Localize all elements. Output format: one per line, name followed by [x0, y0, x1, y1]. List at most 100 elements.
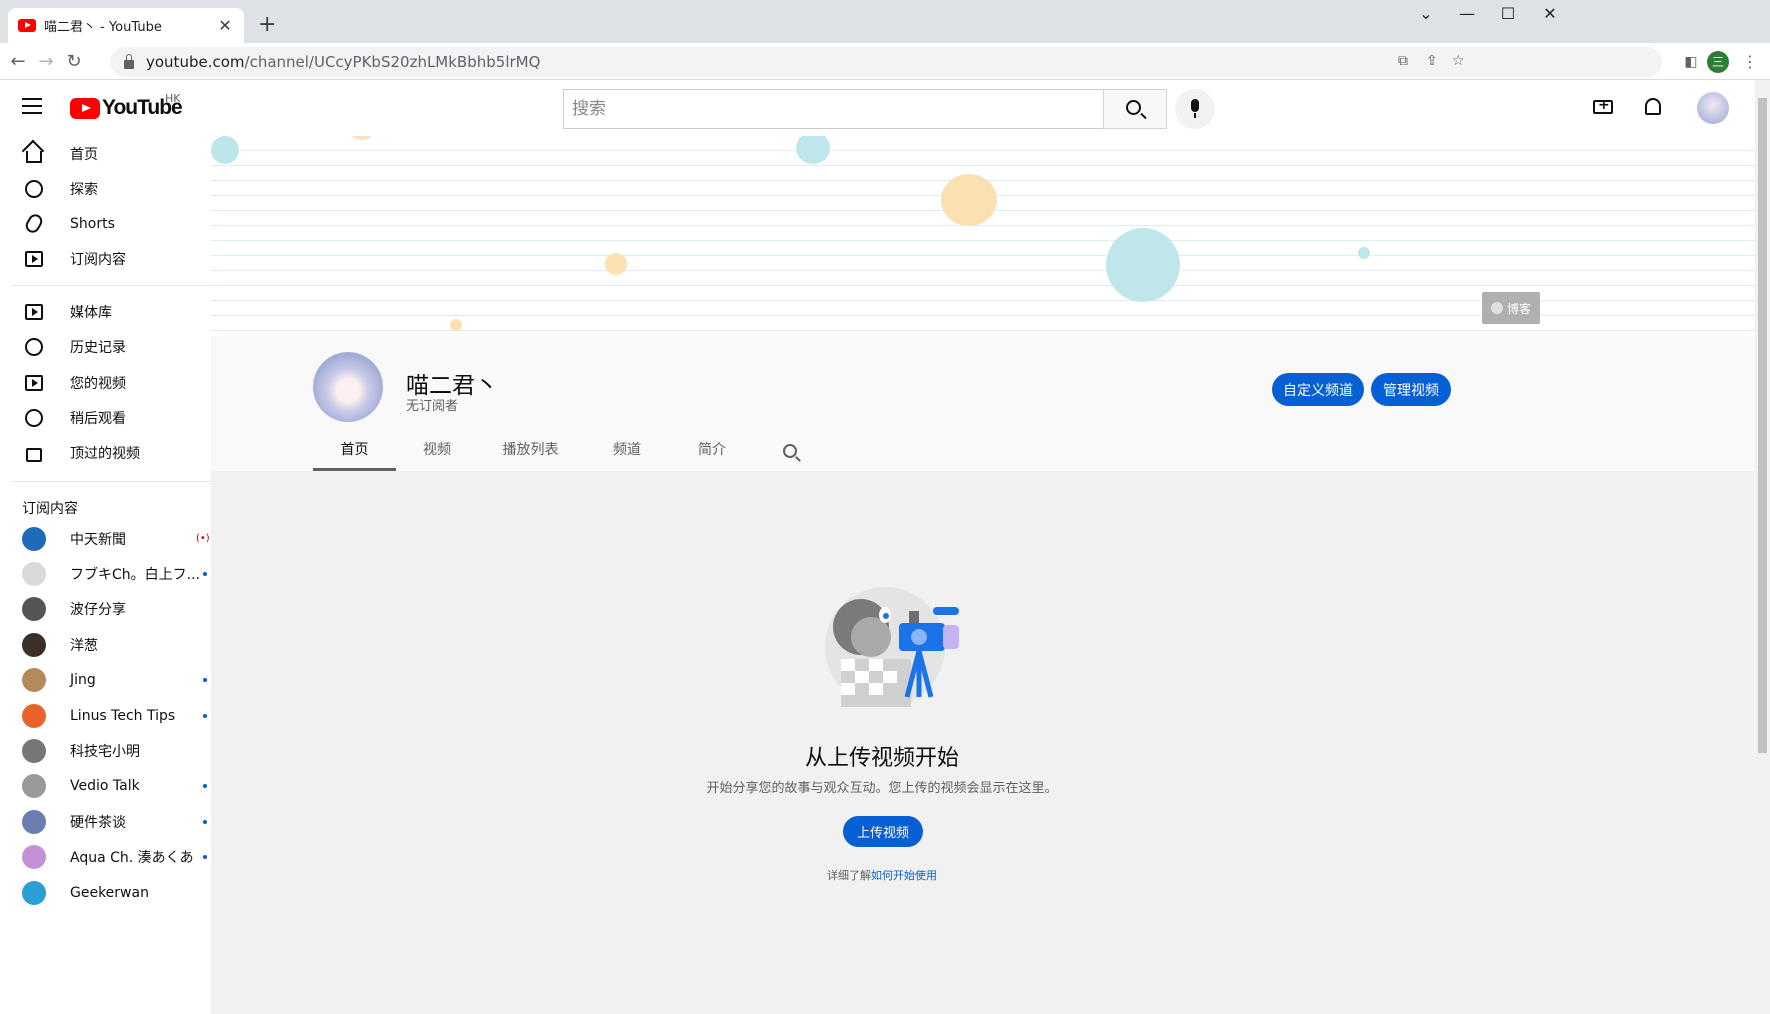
- sidebar-item-liked-videos[interactable]: 顶过的视频: [0, 435, 211, 470]
- notifications-bell-icon[interactable]: [1641, 96, 1665, 120]
- tab-about[interactable]: 简介: [671, 432, 753, 471]
- tab-home[interactable]: 首页: [313, 432, 396, 471]
- subscription-item[interactable]: フブキCh。白上フ...: [0, 556, 211, 591]
- subscription-item[interactable]: Linus Tech Tips: [0, 698, 211, 733]
- sidebar-item-explore[interactable]: 探索: [0, 171, 211, 206]
- channel-avatar: [22, 809, 46, 834]
- open-in-app-icon[interactable]: ⧉: [1398, 53, 1408, 69]
- browser-toolbar: ← → ↻ youtube.com/channel/UCcyPKbS20zhLM…: [0, 43, 1770, 80]
- subscription-item[interactable]: 科技宅小明: [0, 733, 211, 768]
- sidebar-divider: [12, 481, 222, 482]
- subscription-label: Geekerwan: [70, 884, 149, 901]
- subscription-item[interactable]: 硬件茶谈: [0, 804, 211, 839]
- new-content-dot: [203, 678, 207, 683]
- subscription-item[interactable]: 洋葱: [0, 627, 211, 662]
- subscriptions-heading: 订阅内容: [22, 501, 78, 517]
- learn-more-text: 详细了解如何开始使用: [827, 869, 937, 882]
- subscription-item[interactable]: Jing: [0, 663, 211, 698]
- live-indicator-icon: (•): [196, 533, 210, 544]
- subscription-label: 波仔分享: [70, 602, 126, 619]
- channel-avatar: [22, 561, 46, 586]
- banner-bubble: [450, 319, 462, 331]
- sidebar-item-shorts[interactable]: Shorts: [0, 206, 211, 241]
- tab-videos[interactable]: 视频: [396, 432, 478, 471]
- region-label: HK: [165, 92, 181, 105]
- share-icon[interactable]: ⇪: [1426, 53, 1438, 69]
- url-text[interactable]: youtube.com/channel/UCcyPKbS20zhLMkBbhb5…: [146, 53, 540, 71]
- bookmark-star-icon[interactable]: ☆: [1452, 53, 1465, 69]
- search-icon: [1126, 100, 1141, 115]
- subscription-item[interactable]: 中天新聞 (•): [0, 521, 211, 556]
- channel-avatar: [22, 880, 46, 905]
- manage-videos-button[interactable]: 管理视频: [1371, 373, 1451, 406]
- search-button[interactable]: [1103, 89, 1167, 129]
- banner-bubble: [351, 136, 373, 140]
- search-input[interactable]: 搜索: [563, 89, 1103, 129]
- subscription-label: Linus Tech Tips: [70, 707, 176, 724]
- voice-search-button[interactable]: [1175, 89, 1215, 129]
- new-tab-button[interactable]: +: [258, 12, 276, 37]
- tab-title: 喵二君丶 - YouTube: [44, 20, 162, 35]
- channel-avatar: [22, 703, 46, 728]
- upload-video-button[interactable]: 上传视频: [843, 816, 923, 847]
- profile-avatar[interactable]: 三: [1707, 51, 1729, 73]
- channel-avatar: [22, 774, 46, 799]
- subscription-item[interactable]: 波仔分享: [0, 592, 211, 627]
- channel-content: 从上传视频开始 开始分享您的故事与观众互动。您上传的视频会显示在这里。 上传视频…: [211, 471, 1755, 1014]
- banner-bubble: [211, 136, 239, 164]
- forward-icon[interactable]: →: [33, 49, 59, 75]
- address-bar[interactable]: youtube.com/channel/UCcyPKbS20zhLMkBbhb5…: [110, 47, 1662, 77]
- youtube-header: YouTube HK 搜索: [0, 80, 1755, 136]
- sidebar-item-subscriptions[interactable]: 订阅内容: [0, 241, 211, 276]
- empty-state-description: 开始分享您的故事与观众互动。您上传的视频会显示在这里。: [706, 781, 1058, 796]
- minimize-button[interactable]: —: [1447, 4, 1487, 23]
- subscription-item[interactable]: Geekerwan: [0, 875, 211, 910]
- sidebar-item-your-videos[interactable]: 您的视频: [0, 365, 211, 400]
- channel-avatar: [22, 738, 46, 763]
- tab-channels[interactable]: 频道: [583, 432, 671, 471]
- customize-channel-button[interactable]: 自定义频道: [1272, 373, 1364, 406]
- tab-close-icon[interactable]: ✕: [216, 16, 234, 35]
- sidebar-divider: [12, 285, 222, 286]
- lock-icon[interactable]: [124, 53, 134, 69]
- subscription-item[interactable]: Aqua Ch. 湊あくあ: [0, 840, 211, 875]
- sidebar-item-library[interactable]: 媒体库: [0, 294, 211, 329]
- liked-icon: [24, 443, 44, 463]
- channel-search-icon[interactable]: [783, 444, 797, 458]
- menu-kebab-icon[interactable]: ⋮: [1737, 49, 1763, 75]
- banner-bubble: [1106, 228, 1180, 302]
- getting-started-link[interactable]: 如何开始使用: [871, 869, 937, 882]
- subscription-label: Aqua Ch. 湊あくあ: [70, 850, 194, 867]
- camera-person-illustration: [825, 587, 959, 707]
- close-window-button[interactable]: ✕: [1530, 4, 1570, 23]
- blog-badge[interactable]: 博客: [1482, 292, 1540, 324]
- new-content-dot: [203, 784, 207, 789]
- maximize-button[interactable]: ☐: [1488, 4, 1528, 23]
- channel-avatar: [22, 597, 46, 622]
- subscription-label: Jing: [70, 672, 96, 689]
- sidebar-item-history[interactable]: 历史记录: [0, 329, 211, 364]
- channel-avatar: [22, 526, 46, 551]
- tab-search-dropdown-icon[interactable]: ⌄: [1406, 4, 1446, 23]
- watch-later-icon: [24, 408, 44, 428]
- scrollbar-thumb[interactable]: [1758, 98, 1767, 753]
- sidebar-item-home[interactable]: 首页: [0, 136, 211, 171]
- youtube-play-icon: [70, 97, 100, 119]
- reload-icon[interactable]: ↻: [61, 49, 87, 75]
- account-avatar[interactable]: [1697, 92, 1729, 124]
- microphone-icon: [1191, 99, 1199, 118]
- sidebar-item-watch-later[interactable]: 稍后观看: [0, 400, 211, 435]
- subscription-label: 科技宅小明: [70, 743, 140, 760]
- browser-tab[interactable]: 喵二君丶 - YouTube ✕: [8, 8, 244, 43]
- empty-state-title: 从上传视频开始: [804, 746, 959, 771]
- create-video-icon[interactable]: [1593, 96, 1617, 120]
- side-panel-icon[interactable]: ◧: [1678, 49, 1704, 75]
- channel-avatar[interactable]: [313, 352, 383, 422]
- hamburger-menu-icon[interactable]: [22, 98, 42, 114]
- banner-bubble: [796, 136, 830, 164]
- page-scrollbar[interactable]: [1755, 80, 1770, 1014]
- subscription-item[interactable]: Vedio Talk: [0, 769, 211, 804]
- back-icon[interactable]: ←: [5, 49, 31, 75]
- tab-playlists[interactable]: 播放列表: [478, 432, 583, 471]
- blog-avatar-icon: [1490, 302, 1503, 314]
